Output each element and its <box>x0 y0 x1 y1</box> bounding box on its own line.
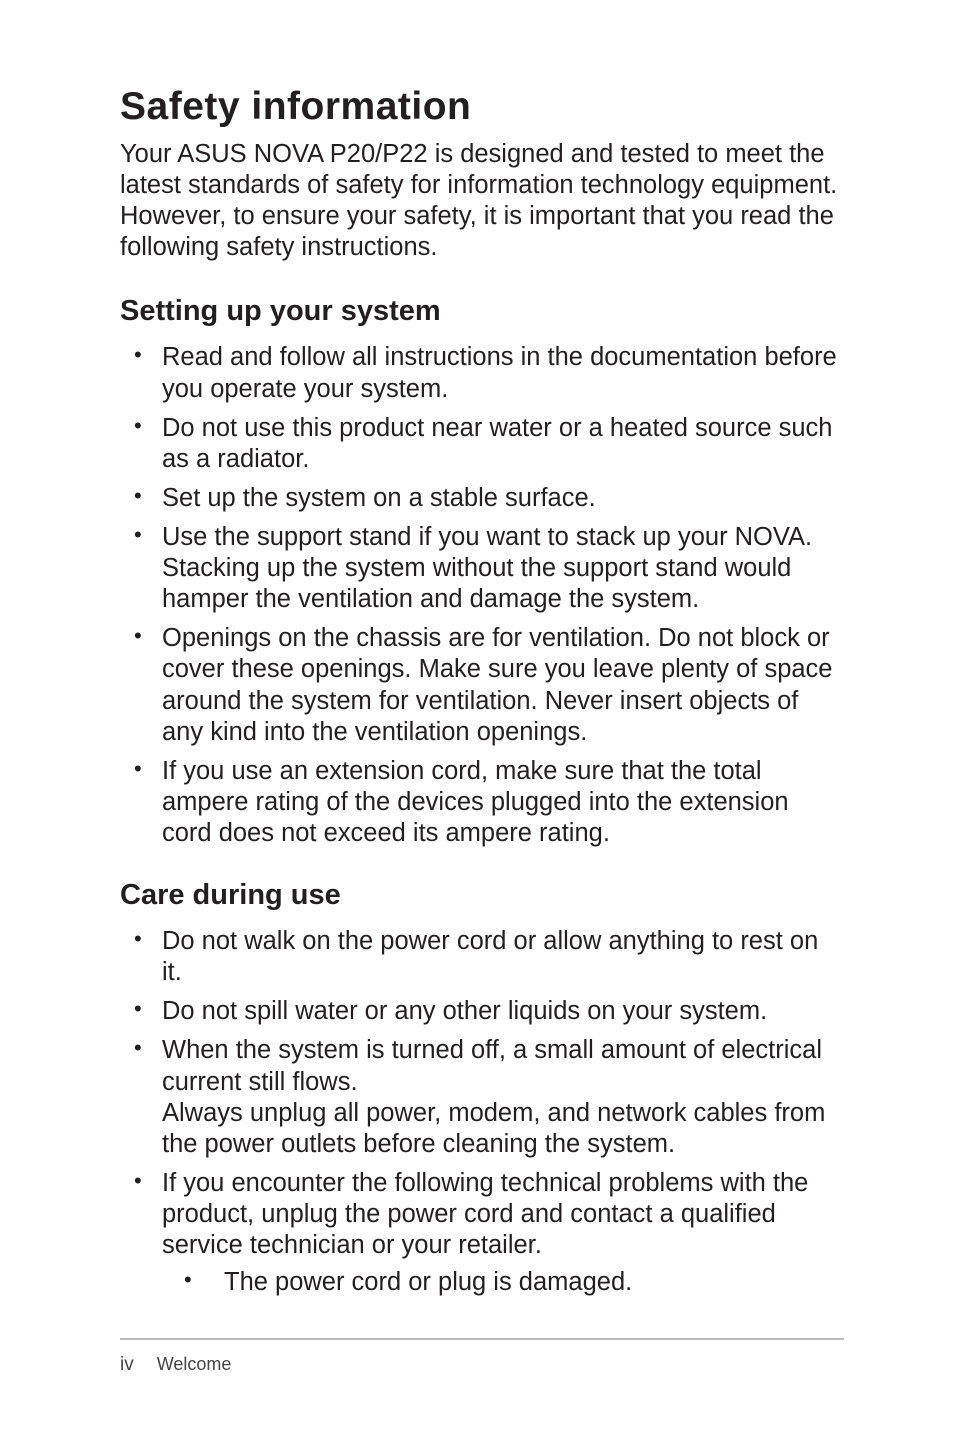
section-heading-setup: Setting up your system <box>120 295 844 328</box>
list-item: If you encounter the following technical… <box>120 1168 844 1298</box>
list-item: Do not walk on the power cord or allow a… <box>120 926 844 988</box>
list-item-text: Always unplug all power, modem, and netw… <box>162 1098 844 1160</box>
list-item: If you use an extension cord, make sure … <box>120 756 844 849</box>
setup-list: Read and follow all instructions in the … <box>120 342 844 849</box>
footer-text: iv Welcome <box>120 1354 231 1374</box>
list-item: Openings on the chassis are for ventilat… <box>120 623 844 747</box>
list-item-text: When the system is turned off, a small a… <box>162 1035 844 1097</box>
sub-list-item: The power cord or plug is damaged. <box>162 1267 844 1298</box>
list-item: Read and follow all instructions in the … <box>120 342 844 404</box>
list-item: Set up the system on a stable surface. <box>120 483 844 514</box>
page-title: Safety information <box>120 85 844 129</box>
page-number: iv <box>120 1354 134 1375</box>
section-heading-care: Care during use <box>120 879 844 912</box>
care-list: Do not walk on the power cord or allow a… <box>120 926 844 1298</box>
intro-paragraph: Your ASUS NOVA P20/P22 is designed and t… <box>120 139 844 263</box>
list-item: Use the support stand if you want to sta… <box>120 522 844 615</box>
list-item: Do not spill water or any other liquids … <box>120 996 844 1027</box>
footer-rule <box>120 1338 844 1340</box>
list-item: Do not use this product near water or a … <box>120 413 844 475</box>
page-footer: iv Welcome <box>120 1338 844 1376</box>
list-item-text: If you encounter the following technical… <box>162 1169 808 1259</box>
sub-list: The power cord or plug is damaged. <box>162 1267 844 1298</box>
list-item: When the system is turned off, a small a… <box>120 1035 844 1159</box>
footer-section-label: Welcome <box>157 1354 232 1374</box>
